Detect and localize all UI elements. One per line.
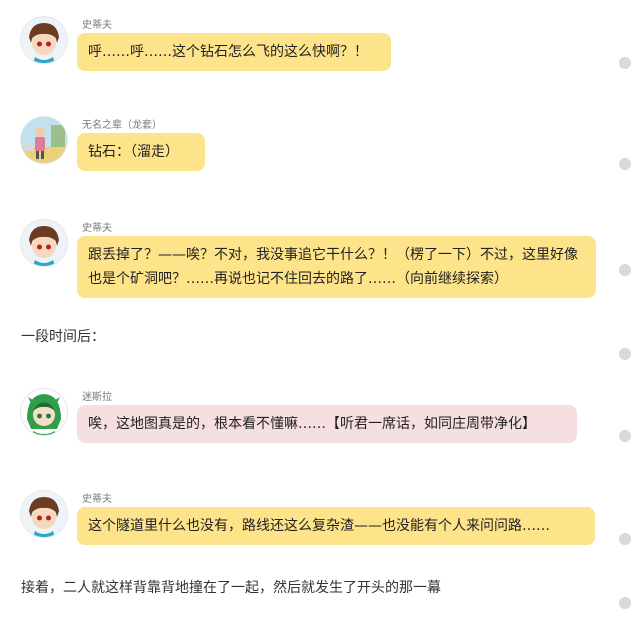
message-bubble: 唉，这地图真是的，根本看不懂嘛……【听君一席话，如同庄周带净化】 — [77, 405, 577, 443]
narration-text: 一段时间后： — [21, 329, 105, 345]
steve-avatar[interactable] — [21, 491, 67, 537]
speaker-name: 无名之辈（龙套） — [82, 120, 162, 131]
message-bubble: 跟丢掉了？——唉？不对，我没事追它干什么？！（楞了一下）不过，这里好像也是个矿洞… — [77, 236, 596, 298]
scroll-marker[interactable] — [619, 348, 631, 360]
scroll-marker[interactable] — [619, 158, 631, 170]
steve-avatar[interactable] — [21, 17, 67, 63]
scroll-marker[interactable] — [619, 57, 631, 69]
scroll-marker[interactable] — [619, 264, 631, 276]
narration-text: 接着，二人就这样背靠背地撞在了一起，然后就发生了开头的那一幕 — [21, 580, 441, 596]
scroll-marker[interactable] — [619, 533, 631, 545]
message-bubble: 呼……呼……这个钻石怎么飞的这么快啊？！ — [77, 33, 391, 71]
message-bubble: 这个隧道里什么也没有，路线还这么复杂渣——也没能有个人来问问路…… — [77, 507, 595, 545]
misla-avatar[interactable] — [21, 389, 67, 435]
extra-avatar[interactable] — [21, 117, 67, 163]
speaker-name: 史蒂夫 — [82, 223, 112, 234]
steve-avatar[interactable] — [21, 220, 67, 266]
scroll-marker[interactable] — [619, 430, 631, 442]
message-bubble: 钻石：（溜走） — [77, 133, 205, 171]
speaker-name: 迷斯拉 — [82, 392, 112, 403]
scroll-marker[interactable] — [619, 597, 631, 609]
speaker-name: 史蒂夫 — [82, 20, 112, 31]
speaker-name: 史蒂夫 — [82, 494, 112, 505]
